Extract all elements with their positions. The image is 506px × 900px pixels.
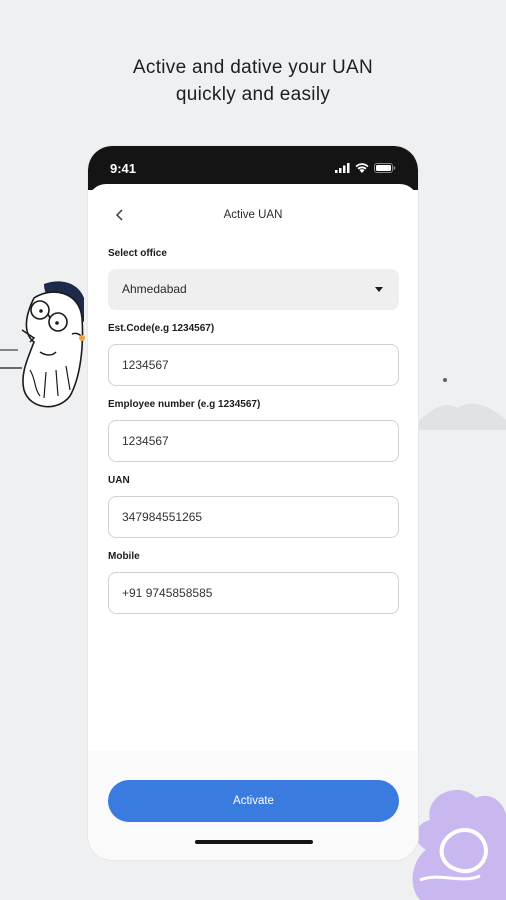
- signal-icon: [335, 163, 350, 173]
- headline-line-1: Active and dative your UAN: [132, 57, 374, 78]
- hill-illustration: [410, 378, 506, 430]
- office-select[interactable]: Ahmedabad: [108, 269, 399, 310]
- uan-label: UAN: [108, 475, 130, 486]
- battery-icon: [374, 163, 396, 173]
- status-icons: [335, 163, 396, 173]
- home-indicator: [195, 840, 313, 844]
- office-select-value: Ahmedabad: [122, 282, 187, 296]
- activate-button[interactable]: Activate: [108, 780, 399, 822]
- headline: Active and dative your UAN quickly and e…: [0, 54, 506, 108]
- employee-number-label: Employee number (e.g 1234567): [108, 399, 261, 410]
- page-title: Active UAN: [223, 209, 283, 221]
- caret-down-icon: [375, 287, 383, 292]
- office-label: Select office: [108, 248, 167, 259]
- form-sheet: Active UAN Select office Ahmedabad Est.C…: [88, 184, 418, 860]
- employee-number-input[interactable]: 1234567: [108, 420, 399, 462]
- nav-bar: Active UAN: [88, 206, 418, 226]
- wifi-icon: [355, 163, 369, 173]
- phone-mockup: 9:41 Active UAN Select office Ahmedabad …: [88, 146, 418, 860]
- mobile-label: Mobile: [108, 551, 140, 562]
- est-code-label: Est.Code(e.g 1234567): [108, 323, 215, 334]
- est-code-input[interactable]: 1234567: [108, 344, 399, 386]
- mobile-input[interactable]: +91 9745858585: [108, 572, 399, 614]
- uan-input[interactable]: 347984551265: [108, 496, 399, 538]
- status-time: 9:41: [110, 161, 137, 176]
- headline-line-2: quickly and easily: [175, 84, 331, 105]
- character-illustration: [0, 281, 85, 408]
